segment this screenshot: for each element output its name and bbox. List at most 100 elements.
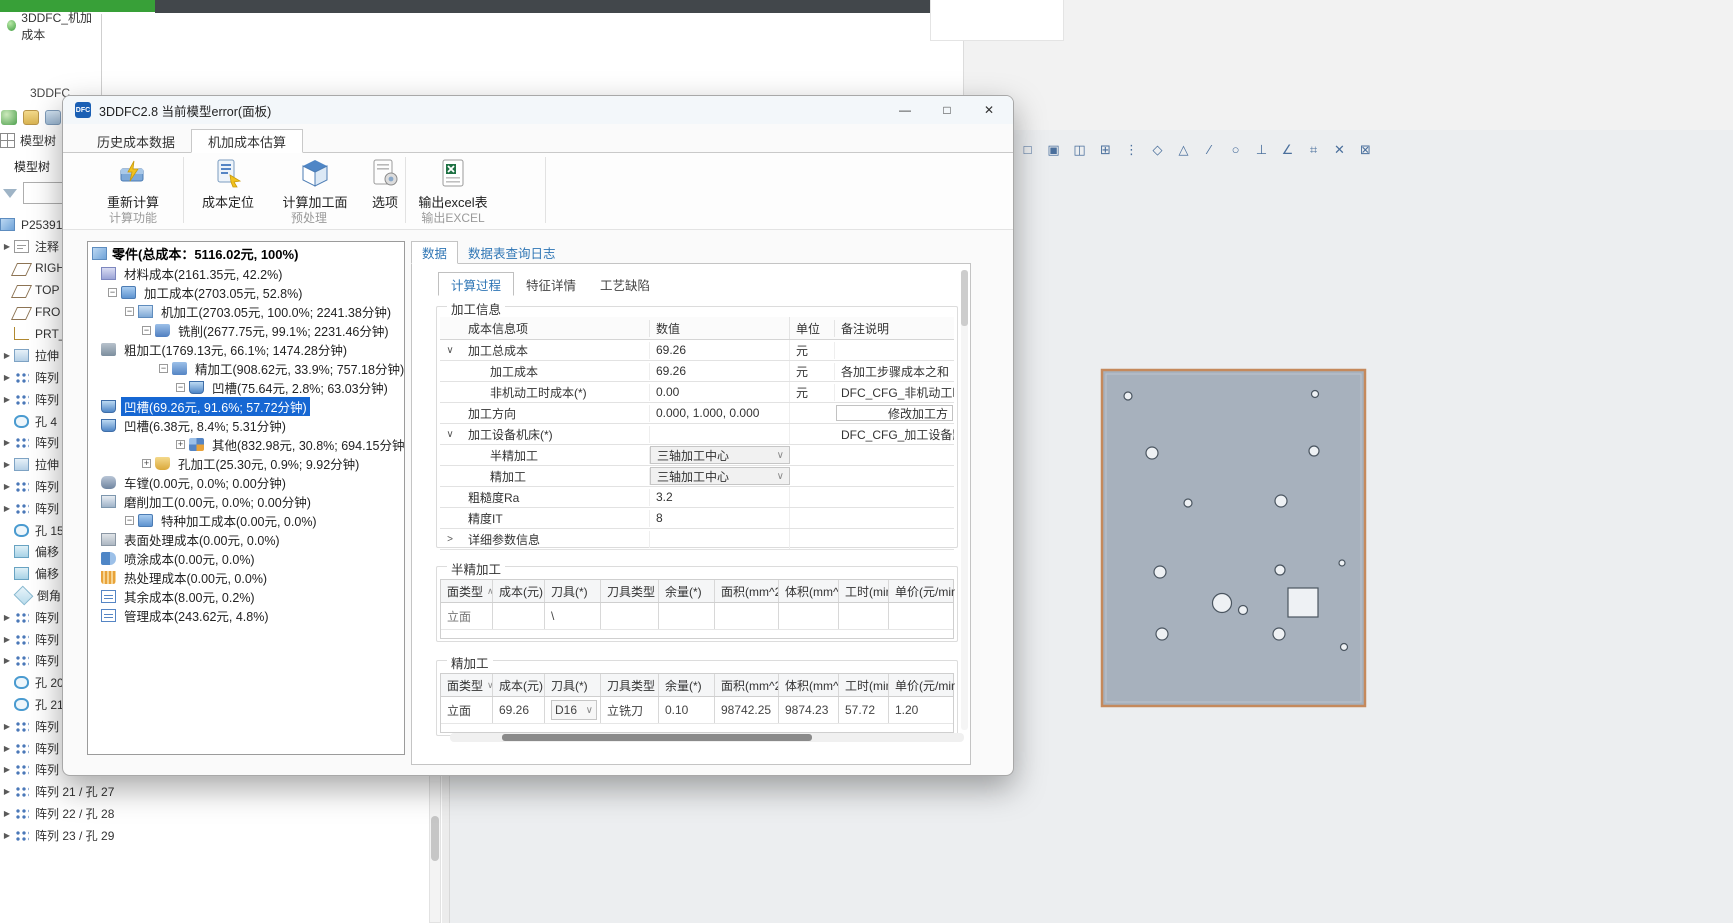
- cad-toolbar-icon[interactable]: ◫: [1070, 140, 1089, 159]
- tree-expander-icon[interactable]: [142, 459, 151, 468]
- col-cost[interactable]: 成本(元): [493, 674, 545, 696]
- model-tree-item[interactable]: ▶ 阵列 21 / 孔 27: [0, 781, 440, 803]
- horizontal-scrollbar[interactable]: [450, 733, 964, 742]
- col-allowance[interactable]: 余量(*): [659, 674, 715, 696]
- row-value[interactable]: 69.26: [650, 361, 790, 381]
- model-tree-tab[interactable]: 模型树: [0, 132, 56, 149]
- table-row[interactable]: 加工方向 0.000, 1.000, 0.000 修改加工方: [440, 403, 954, 424]
- tab-data[interactable]: 数据: [411, 241, 458, 264]
- expand-arrow-icon[interactable]: ▶: [0, 722, 14, 731]
- cad-toolbar-icon[interactable]: ⌗: [1304, 140, 1323, 159]
- col-cost[interactable]: 成本(元): [493, 580, 545, 602]
- table-row[interactable]: 半精加工 三轴加工中心: [440, 445, 954, 466]
- cad-toolbar-icon[interactable]: □: [1018, 140, 1037, 159]
- col-unit-price[interactable]: 单价(元/min: [889, 674, 955, 696]
- row-remark[interactable]: [835, 340, 954, 360]
- cad-toolbar-icon[interactable]: ⊞: [1096, 140, 1115, 159]
- row-remark[interactable]: [835, 487, 954, 507]
- col-area[interactable]: 面积(mm^2): [715, 674, 779, 696]
- scrollbar-thumb[interactable]: [431, 816, 439, 861]
- table-row[interactable]: 精度IT 8: [440, 508, 954, 529]
- row-value[interactable]: 8: [650, 508, 790, 528]
- col-time[interactable]: 工时(min): [839, 674, 889, 696]
- cost-tree-item[interactable]: 凹槽(69.26元, 91.6%; 57.72分钟): [88, 397, 404, 416]
- cad-toolbar-icon[interactable]: ⊥: [1252, 140, 1271, 159]
- cad-toolbar-icon[interactable]: ∠: [1278, 140, 1297, 159]
- cost-tree-item[interactable]: 铣削(2677.75元, 99.1%; 2231.46分钟): [88, 321, 404, 340]
- cad-toolbar-icon[interactable]: ◇: [1148, 140, 1167, 159]
- table-row[interactable]: 加工设备机床(*) DFC_CFG_加工设备默认值推荐表(DF: [440, 424, 954, 445]
- table-row[interactable]: 粗糙度Ra 3.2: [440, 487, 954, 508]
- minimize-button[interactable]: —: [884, 96, 926, 124]
- tab-feature-detail[interactable]: 特征详情: [514, 272, 588, 296]
- cost-tree-item[interactable]: 孔加工(25.30元, 0.9%; 9.92分钟): [88, 454, 404, 473]
- row-remark[interactable]: [837, 445, 954, 465]
- col-tool-type[interactable]: 刀具类型: [601, 580, 659, 602]
- row-remark[interactable]: DFC_CFG_非机动工时默认值(DFC_C: [835, 382, 954, 402]
- tab-history-cost[interactable]: 历史成本数据: [81, 129, 191, 153]
- col-tool-type[interactable]: 刀具类型: [601, 674, 659, 696]
- row-value[interactable]: [650, 529, 790, 549]
- cad-toolbar-icon[interactable]: ✕: [1330, 140, 1349, 159]
- expand-arrow-icon[interactable]: ▶: [0, 482, 14, 491]
- cost-tree-item[interactable]: 其余成本(8.00元, 0.2%): [88, 587, 404, 606]
- part-viewport[interactable]: [1100, 368, 1367, 711]
- save-icon[interactable]: [45, 110, 61, 125]
- cost-tree-item[interactable]: 热处理成本(0.00元, 0.0%): [88, 568, 404, 587]
- cell-tool[interactable]: \: [545, 603, 601, 629]
- expand-arrow-icon[interactable]: ▶: [0, 656, 14, 665]
- expand-arrow-icon[interactable]: ▶: [0, 787, 14, 796]
- col-cost-item[interactable]: 成本信息项: [460, 320, 650, 337]
- row-remark[interactable]: [835, 529, 954, 549]
- cost-tree-item[interactable]: 材料成本(2161.35元, 42.2%): [88, 264, 404, 283]
- expand-arrow-icon[interactable]: ▶: [0, 809, 14, 818]
- row-expander-icon[interactable]: [440, 534, 460, 545]
- col-value[interactable]: 数值: [650, 317, 790, 339]
- tree-expander-icon[interactable]: [176, 383, 185, 392]
- model-tree-item[interactable]: ▶ 阵列 22 / 孔 28: [0, 803, 440, 825]
- tree-expander-icon[interactable]: [125, 307, 134, 316]
- col-volume[interactable]: 体积(mm^3): [779, 580, 839, 602]
- expand-arrow-icon[interactable]: ▶: [0, 395, 14, 404]
- expand-arrow-icon[interactable]: ▶: [0, 351, 14, 360]
- expand-arrow-icon[interactable]: ▶: [0, 504, 14, 513]
- scrollbar-thumb[interactable]: [961, 270, 968, 326]
- row-expander-icon[interactable]: [440, 345, 460, 356]
- cost-tree-item[interactable]: 精加工(908.62元, 33.9%; 757.18分钟): [88, 359, 404, 378]
- compute-faces-button[interactable]: 计算加工面: [269, 157, 361, 211]
- row-remark[interactable]: [837, 466, 954, 486]
- cost-locate-button[interactable]: 成本定位: [187, 157, 269, 211]
- tree-expander-icon[interactable]: [108, 288, 117, 297]
- options-button[interactable]: 选项: [363, 157, 407, 211]
- table-row[interactable]: 精加工 三轴加工中心: [440, 466, 954, 487]
- tab-query-log[interactable]: 数据表查询日志: [458, 241, 566, 264]
- cad-toolbar-icon[interactable]: ▣: [1044, 140, 1063, 159]
- row-remark[interactable]: 修改加工方: [836, 405, 953, 421]
- row-value[interactable]: 三轴加工中心: [650, 467, 790, 485]
- col-unit-price[interactable]: 单价(元/min: [889, 580, 955, 602]
- table-row[interactable]: 立面 \: [441, 603, 953, 630]
- col-tool[interactable]: 刀具(*): [545, 580, 601, 602]
- scrollbar-thumb[interactable]: [502, 734, 812, 741]
- cad-toolbar-icon[interactable]: △: [1174, 140, 1193, 159]
- cost-tree-item[interactable]: 管理成本(243.62元, 4.8%): [88, 606, 404, 625]
- expand-arrow-icon[interactable]: ▶: [0, 373, 14, 382]
- row-value[interactable]: 0.000, 1.000, 0.000: [650, 403, 790, 423]
- cell-tool[interactable]: D16∨: [545, 697, 601, 723]
- expand-arrow-icon[interactable]: ▶: [0, 438, 14, 447]
- col-volume[interactable]: 体积(mm^3): [779, 674, 839, 696]
- cost-tree-item[interactable]: 其他(832.98元, 30.8%; 694.15分钟): [88, 435, 404, 454]
- table-row[interactable]: 立面 69.26 D16∨ 立铣刀 0.10 98742.25 9874.23 …: [441, 697, 953, 724]
- new-icon[interactable]: [1, 110, 17, 125]
- cad-toolbar-icon[interactable]: ○: [1226, 140, 1245, 159]
- col-time[interactable]: 工时(min): [839, 580, 889, 602]
- tab-process-defect[interactable]: 工艺缺陷: [588, 272, 662, 296]
- table-row[interactable]: 详细参数信息: [440, 529, 954, 550]
- dialog-titlebar[interactable]: DFC 3DDFC2.8 当前模型error(面板) — □ ✕: [63, 96, 1013, 124]
- maximize-button[interactable]: □: [926, 96, 968, 124]
- col-face-type[interactable]: 面类型∨: [441, 674, 493, 696]
- row-remark[interactable]: DFC_CFG_加工设备默认值推荐表(DF: [835, 424, 954, 444]
- tree-expander-icon[interactable]: [142, 326, 151, 335]
- col-tool[interactable]: 刀具(*): [545, 674, 601, 696]
- tool-dropdown[interactable]: D16∨: [551, 700, 597, 720]
